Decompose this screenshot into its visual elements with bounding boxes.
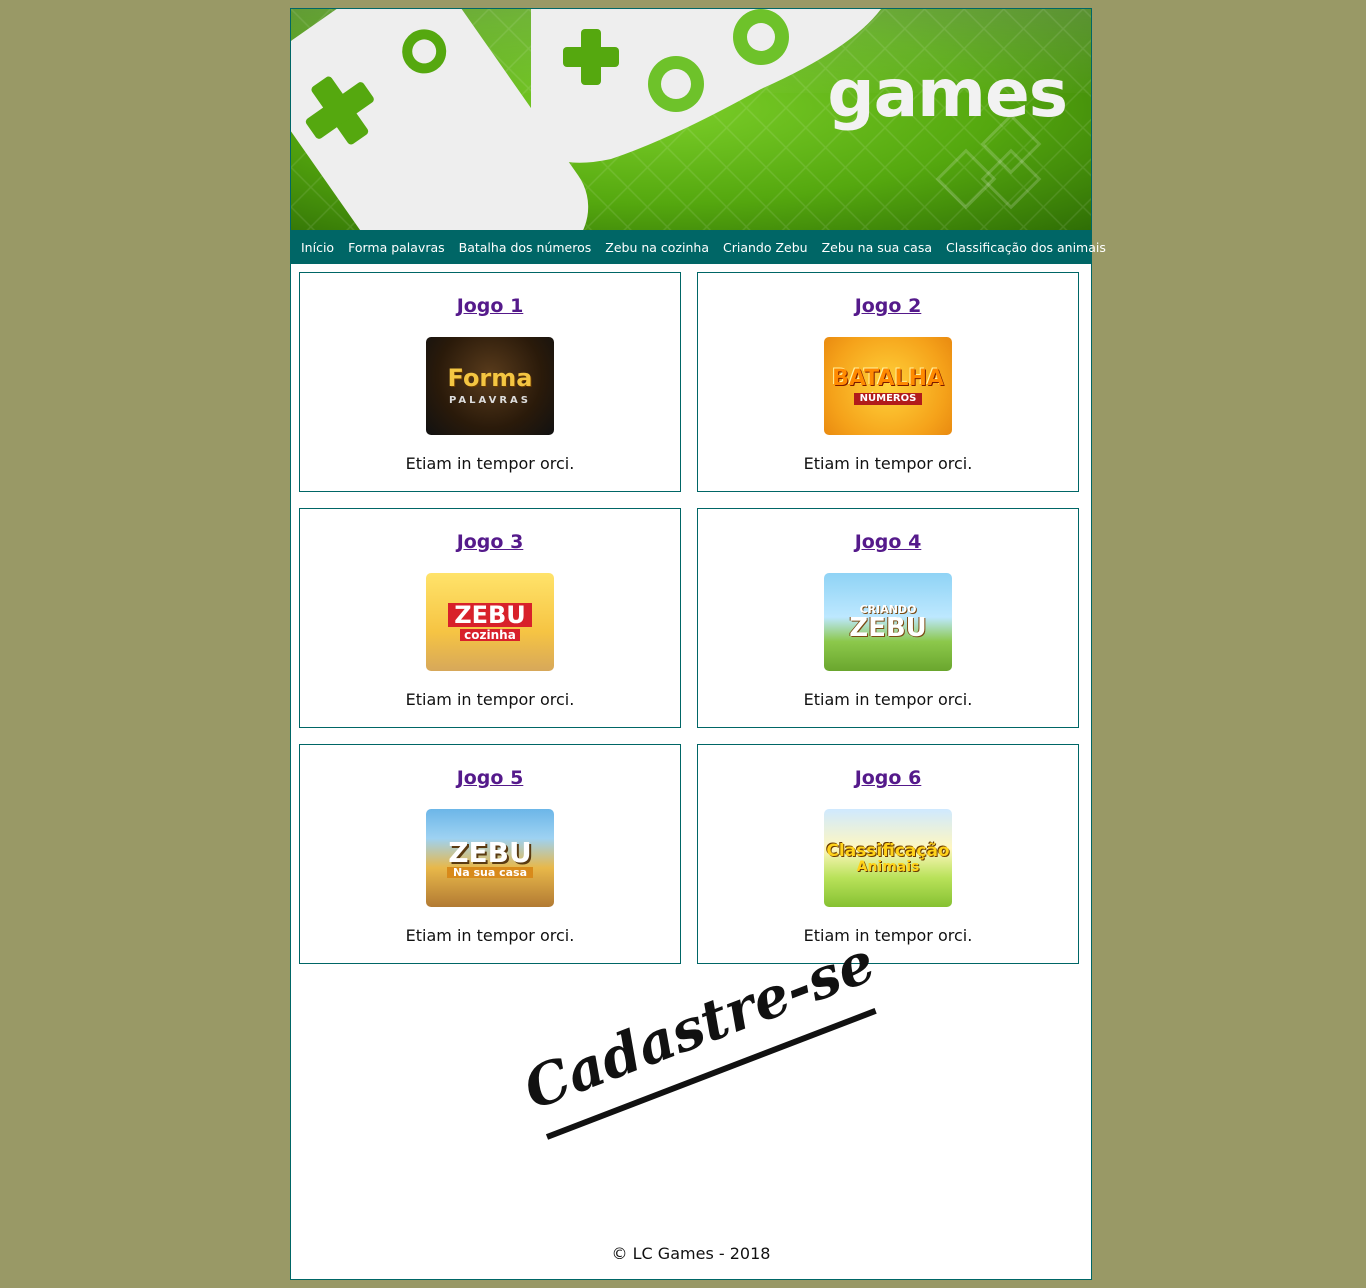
game-thumbnail[interactable]: Forma PALAVRAS xyxy=(426,337,554,435)
header-banner: games xyxy=(291,9,1091,230)
nav-batalha-numeros[interactable]: Batalha dos números xyxy=(459,240,592,255)
game-description: Etiam in tempor orci. xyxy=(803,690,973,709)
game-description: Etiam in tempor orci. xyxy=(405,926,575,945)
game-title-link[interactable]: Jogo 4 xyxy=(698,531,1078,553)
thumb-logo-text: BATALHA xyxy=(832,365,944,391)
nav-inicio[interactable]: Início xyxy=(301,240,334,255)
nav-criando-zebu[interactable]: Criando Zebu xyxy=(723,240,808,255)
game-description: Etiam in tempor orci. xyxy=(803,454,973,473)
game-card-5: Jogo 5 ZEBU Na sua casa Etiam in tempor … xyxy=(299,744,681,964)
thumb-logo-subtext: cozinha xyxy=(460,629,520,641)
game-card-2: Jogo 2 BATALHA NÚMEROS Etiam in tempor o… xyxy=(697,272,1079,492)
footer-copyright: © LC Games - 2018 xyxy=(611,1244,771,1263)
thumb-logo-text: ZEBU xyxy=(448,603,532,627)
game-thumbnail[interactable]: BATALHA NÚMEROS xyxy=(824,337,952,435)
game-title-link[interactable]: Jogo 6 xyxy=(698,767,1078,789)
thumb-logo-subtext: NÚMEROS xyxy=(853,392,923,405)
nav-classificacao-animais[interactable]: Classificação dos animais xyxy=(946,240,1106,255)
thumb-logo-text: ZEBU xyxy=(849,612,927,643)
game-description: Etiam in tempor orci. xyxy=(803,926,973,945)
thumb-logo-subtext: PALAVRAS xyxy=(449,395,531,406)
thumb-logo-text: Classificação xyxy=(826,840,950,861)
game-card-1: Jogo 1 Forma PALAVRAS Etiam in tempor or… xyxy=(299,272,681,492)
nav-zebu-sua-casa[interactable]: Zebu na sua casa xyxy=(822,240,932,255)
games-wordmark: games xyxy=(827,55,1068,132)
nav-forma-palavras[interactable]: Forma palavras xyxy=(348,240,445,255)
game-card-3: Jogo 3 ZEBU cozinha Etiam in tempor orci… xyxy=(299,508,681,728)
game-title-link[interactable]: Jogo 5 xyxy=(300,767,680,789)
game-thumbnail[interactable]: Classificação Animais xyxy=(824,809,952,907)
game-description: Etiam in tempor orci. xyxy=(405,690,575,709)
thumb-logo-text: ZEBU xyxy=(448,835,532,869)
thumb-logo-text: Forma xyxy=(447,364,533,392)
game-thumbnail[interactable]: ZEBU Na sua casa xyxy=(426,809,554,907)
game-title-link[interactable]: Jogo 3 xyxy=(300,531,680,553)
game-title-link[interactable]: Jogo 2 xyxy=(698,295,1078,317)
game-description: Etiam in tempor orci. xyxy=(405,454,575,473)
game-title-link[interactable]: Jogo 1 xyxy=(300,295,680,317)
game-card-6: Jogo 6 Classificação Animais Etiam in te… xyxy=(697,744,1079,964)
thumb-logo-subtext: Animais xyxy=(856,858,920,875)
main-nav: Início Forma palavras Batalha dos número… xyxy=(291,230,1106,264)
thumb-logo-subtext: Na sua casa xyxy=(446,866,533,878)
game-card-4: Jogo 4 CRIANDO ZEBU Etiam in tempor orci… xyxy=(697,508,1079,728)
game-thumbnail[interactable]: ZEBU cozinha xyxy=(426,573,554,671)
game-thumbnail[interactable]: CRIANDO ZEBU xyxy=(824,573,952,671)
page-container: games Início Forma palavras Batalha dos … xyxy=(290,8,1106,1280)
signup-link[interactable]: Cadastre-se xyxy=(437,929,945,1226)
nav-zebu-cozinha[interactable]: Zebu na cozinha xyxy=(605,240,709,255)
